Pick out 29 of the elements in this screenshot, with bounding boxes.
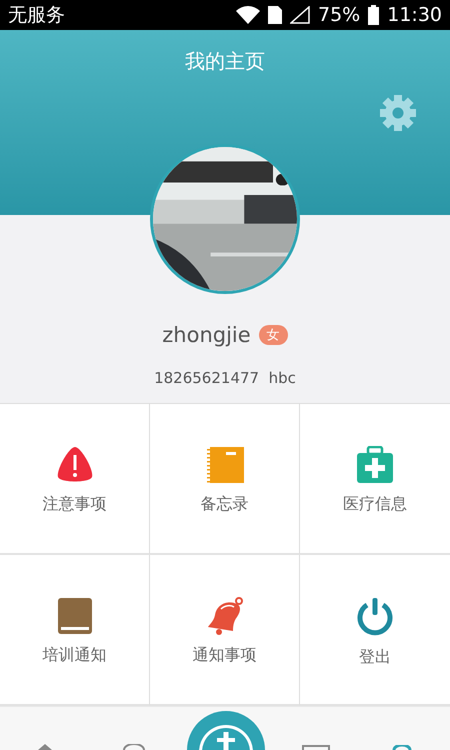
battery-icon [368,5,380,25]
phone-and-username: 18265621477 hbc [154,369,296,387]
wifi-icon [236,6,260,24]
menu-label: 医疗信息 [343,494,407,515]
battery-percent: 75% [318,4,360,26]
settings-icon[interactable] [379,94,417,132]
menu-tile[interactable]: 注意事项 [0,404,150,555]
sim-icon [268,6,282,24]
user-name: zhongjie [162,323,251,347]
add-button-icon[interactable] [186,710,266,750]
medical-kit-icon [355,446,395,484]
gender-badge: 女 [258,325,288,345]
nav-icon[interactable] [38,744,52,750]
menu-label: 培训通知 [42,645,106,666]
carrier-text: 无服务 [8,3,65,28]
power-icon [355,597,395,637]
menu-tile[interactable]: 备忘录 [150,404,300,555]
nav-icon[interactable] [392,745,412,750]
nav-icon[interactable] [122,744,146,750]
menu-tile[interactable]: 医疗信息 [300,404,450,555]
menu-label: 登出 [359,647,391,668]
menu-label: 通知事项 [192,645,256,666]
menu-label: 备忘录 [200,494,248,515]
signal-icon [290,6,310,24]
notebook-icon [204,446,244,484]
clock-time: 11:30 [387,4,442,26]
nav-icon[interactable] [302,745,330,750]
page-title: 我的主页 [185,48,265,75]
menu-label: 注意事项 [42,494,106,515]
